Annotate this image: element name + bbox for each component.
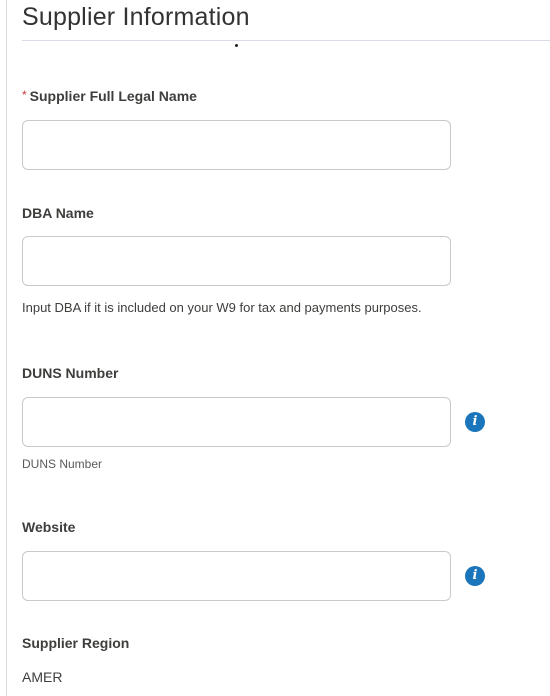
duns-number-label: DUNS Number [22, 365, 119, 381]
legal-name-label-text: Supplier Full Legal Name [29, 88, 197, 104]
supplier-region-value: AMER [22, 669, 63, 685]
website-input[interactable] [22, 551, 451, 601]
stray-dot [235, 44, 238, 47]
legal-name-label: * Supplier Full Legal Name [22, 88, 197, 104]
duns-info-icon[interactable]: i [465, 412, 485, 432]
dba-name-input[interactable] [22, 236, 451, 286]
website-info-icon[interactable]: i [465, 566, 485, 586]
dba-name-label: DBA Name [22, 205, 94, 221]
duns-number-input[interactable] [22, 397, 451, 447]
supplier-region-label: Supplier Region [22, 635, 130, 651]
dba-help-text: Input DBA if it is included on your W9 f… [22, 300, 422, 315]
required-marker: * [22, 88, 27, 102]
title-divider [22, 40, 550, 41]
legal-name-input[interactable] [22, 120, 451, 170]
left-border [6, 0, 7, 696]
website-label: Website [22, 519, 76, 535]
duns-help-text: DUNS Number [22, 457, 103, 471]
section-title: Supplier Information [22, 3, 250, 31]
